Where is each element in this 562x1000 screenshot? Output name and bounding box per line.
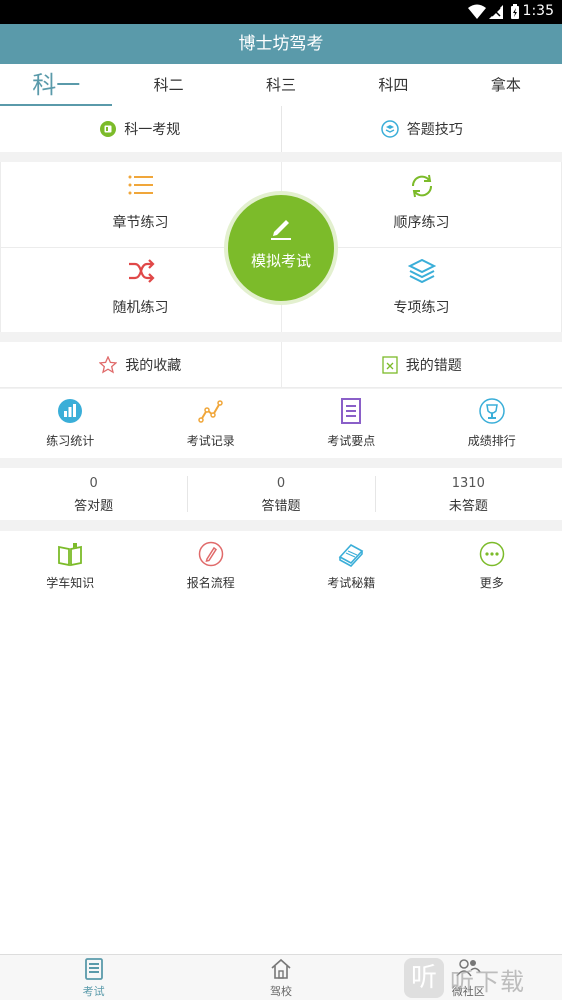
mock-exam-label: 模拟考试 (250, 252, 311, 270)
stat-wrong: 0 答错题 (187, 468, 374, 520)
open-book-icon (58, 543, 83, 567)
book-icon (100, 121, 117, 137)
list-icon (128, 175, 153, 195)
exam-rules-button[interactable]: 科一考规 (0, 106, 281, 152)
tab-subject-2[interactable]: 科二 (112, 64, 224, 106)
more-label: 更多 (479, 576, 504, 590)
nav-driving-school[interactable]: 驾校 (187, 955, 374, 1000)
line-chart-icon (198, 400, 223, 423)
my-favorites-label: 我的收藏 (125, 357, 182, 374)
exam-key-points-label: 考试要点 (327, 434, 376, 448)
nav-exam-label: 考试 (82, 985, 105, 998)
my-mistakes-label: 我的错题 (405, 357, 462, 374)
exam-records-button[interactable]: 考试记录 (141, 389, 282, 458)
books-icon (338, 543, 364, 567)
home-icon (271, 958, 291, 979)
more-dots-icon (479, 541, 504, 567)
exam-rules-label: 科一考规 (124, 122, 181, 138)
answer-tips-label: 答题技巧 (406, 122, 463, 138)
exam-secrets-button[interactable]: 考试秘籍 (281, 531, 422, 601)
layers-tips-icon (381, 120, 399, 138)
pencil-icon (271, 220, 291, 240)
random-practice-label: 随机练习 (112, 300, 169, 316)
stat-unanswered-label: 未答题 (448, 499, 488, 514)
my-mistakes-button[interactable]: 我的错题 (280, 342, 562, 387)
signal-icon (489, 5, 503, 19)
stat-correct: 0 答对题 (0, 468, 187, 520)
stat-unanswered: 1310 未答题 (374, 468, 562, 520)
stat-correct-value: 0 (89, 476, 98, 491)
favorites-row: 我的收藏 我的错题 (0, 342, 562, 388)
tab-subject-4[interactable]: 科四 (337, 64, 449, 106)
watermark: 听 听下载 (404, 956, 562, 1000)
exam-key-points-button[interactable]: 考试要点 (281, 389, 422, 458)
exam-records-label: 考试记录 (186, 434, 235, 448)
score-ranking-label: 成绩排行 (467, 434, 516, 448)
document-icon (341, 398, 362, 424)
star-icon (99, 355, 118, 374)
nav-exam[interactable]: 考试 (0, 955, 187, 1000)
pen-circle-icon (198, 541, 223, 567)
exam-doc-icon (84, 958, 103, 980)
special-practice-label: 专项练习 (393, 300, 450, 316)
driving-knowledge-button[interactable]: 学车知识 (0, 531, 141, 601)
tab-subject-1[interactable]: 科一 (0, 64, 113, 106)
shuffle-icon (128, 259, 155, 283)
app-title: 博士坊驾考 (0, 24, 562, 64)
subject-tabs: 科一 科二 科三 科四 拿本 (0, 64, 562, 106)
stat-unanswered-value: 1310 (451, 476, 485, 491)
answer-tips-button[interactable]: 答题技巧 (280, 106, 562, 152)
battery-icon (511, 4, 519, 19)
registration-process-button[interactable]: 报名流程 (141, 531, 282, 601)
status-time: 1:35 (522, 3, 554, 19)
mock-exam-button[interactable]: 模拟考试 (228, 195, 334, 301)
driving-knowledge-label: 学车知识 (46, 576, 95, 590)
score-ranking-button[interactable]: 成绩排行 (422, 389, 562, 458)
wifi-icon (468, 4, 486, 19)
bar-chart-icon (58, 399, 83, 423)
nav-driving-school-label: 驾校 (269, 985, 292, 998)
stat-wrong-label: 答错题 (261, 499, 301, 514)
my-favorites-button[interactable]: 我的收藏 (0, 342, 281, 387)
refresh-icon (411, 174, 432, 198)
trophy-icon (479, 398, 505, 424)
status-bar: 1:35 (0, 0, 562, 24)
stat-wrong-value: 0 (276, 476, 286, 491)
layers-icon (407, 259, 436, 283)
watermark-text: 听下载 (450, 968, 525, 996)
tab-subject-3[interactable]: 科三 (225, 64, 337, 106)
answer-stats: 0 答对题 0 答错题 1310 未答题 (0, 468, 562, 520)
practice-stats-button[interactable]: 练习统计 (0, 389, 141, 458)
practice-stats-label: 练习统计 (46, 434, 95, 448)
more-section: 学车知识 报名流程 考试秘籍 更多 (0, 531, 562, 954)
top-links: 科一考规 答题技巧 (0, 106, 562, 152)
watermark-logo: 听 (404, 958, 444, 998)
stat-correct-label: 答对题 (74, 499, 114, 514)
more-button[interactable]: 更多 (422, 531, 562, 601)
tab-get-license[interactable]: 拿本 (450, 64, 562, 106)
registration-process-label: 报名流程 (186, 576, 235, 590)
wrong-doc-icon (382, 355, 398, 374)
tools-row: 练习统计 考试记录 考试要点 成绩排行 (0, 389, 562, 458)
exam-secrets-label: 考试秘籍 (327, 576, 376, 590)
